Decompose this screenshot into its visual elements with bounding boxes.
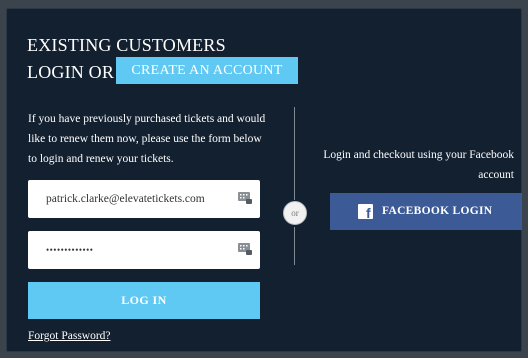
or-separator: or: [283, 201, 307, 225]
password-field-container: [28, 231, 260, 269]
password-input[interactable]: [28, 231, 228, 269]
facebook-login-label: FACEBOOK LOGIN: [382, 205, 493, 217]
facebook-login-button[interactable]: f FACEBOOK LOGIN: [330, 193, 522, 230]
facebook-icon: f: [358, 204, 373, 221]
keypass-icon[interactable]: [238, 243, 252, 255]
heading-login-or: LOGIN OR: [27, 62, 115, 82]
keypass-icon[interactable]: [238, 192, 252, 204]
login-panel: EXISTING CUSTOMERS LOGIN OR CREATE AN AC…: [6, 8, 522, 352]
email-field-container: [28, 180, 260, 218]
forgot-password-link[interactable]: Forgot Password?: [28, 330, 111, 342]
login-instructions: If you have previously purchased tickets…: [28, 113, 266, 165]
facebook-login-prompt: Login and checkout using your Facebook a…: [323, 149, 514, 181]
log-in-button[interactable]: LOG IN: [28, 282, 260, 319]
facebook-icon-glyph: f: [366, 205, 371, 221]
heading-existing-customers: EXISTING CUSTOMERS: [27, 35, 226, 55]
email-input[interactable]: [28, 180, 228, 218]
divider-line-top: [294, 107, 295, 200]
create-account-button[interactable]: CREATE AN ACCOUNT: [116, 57, 298, 84]
divider-line-bottom: [294, 227, 295, 265]
